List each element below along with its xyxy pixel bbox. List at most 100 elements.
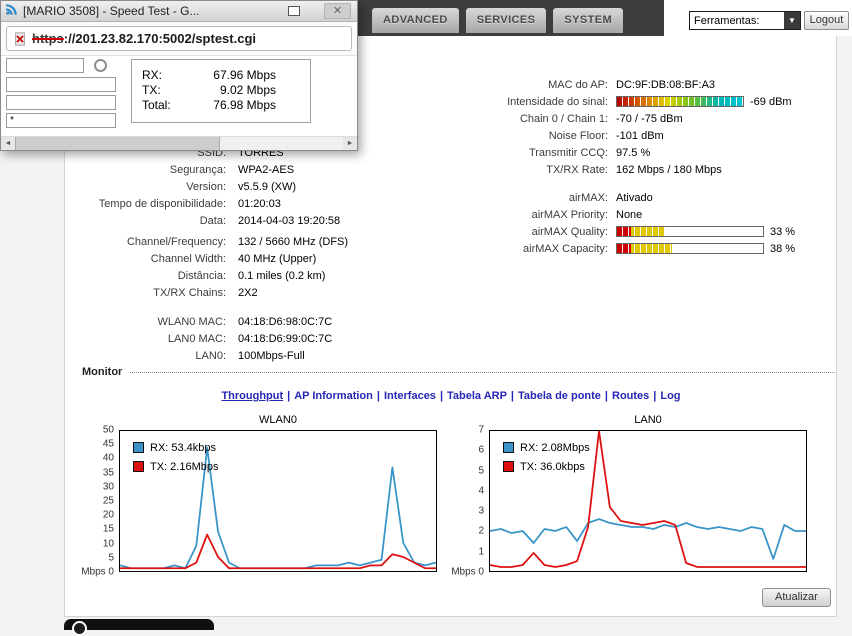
horizontal-scrollbar[interactable]: ◄ ► [1, 136, 357, 150]
chart-legend-lan0: RX: 2.08Mbps TX: 36.0kbps [503, 440, 590, 478]
status-value: None [616, 208, 643, 221]
monitor-link-tabela-arp[interactable]: Tabela ARP [447, 390, 507, 402]
link-separator: | [287, 390, 291, 402]
monitor-link-interfaces[interactable]: Interfaces [384, 390, 436, 402]
status-label: MAC do AP: [548, 78, 608, 91]
status-row-intensidade-do-sinal: Intensidade do sinal: -69 dBm [420, 93, 830, 110]
status-label: Transmitir CCQ: [528, 146, 608, 159]
popup-input-1[interactable] [6, 58, 84, 73]
close-button[interactable]: ✕ [324, 3, 351, 19]
url-field[interactable]: https://201.23.82.170:5002/sptest.cgi [6, 26, 352, 51]
y-tick: 45 [102, 438, 114, 450]
minimize-button[interactable] [288, 6, 300, 16]
spinner-icon [94, 59, 107, 72]
tools-dropdown-label: Ferramentas: [694, 14, 760, 27]
refresh-button[interactable]: Atualizar [762, 588, 831, 607]
status-label: Noise Floor: [548, 129, 608, 142]
monitor-link-log[interactable]: Log [660, 390, 680, 402]
status-value: 2X2 [238, 286, 258, 299]
tab-advanced[interactable]: ADVANCED [372, 8, 459, 33]
legend-label: TX: 2.16Mbps [150, 460, 219, 473]
status-value: 38 % [616, 243, 795, 255]
status-row-airmax-quality: airMAX Quality: 33 % [420, 223, 830, 240]
tab-system[interactable]: SYSTEM [553, 8, 624, 33]
status-row-airmax: airMAX: Ativado [420, 189, 830, 206]
legend-swatch [503, 461, 514, 472]
logout-button[interactable]: Logout [804, 11, 849, 30]
status-row-noise-floor: Noise Floor: -101 dBm [420, 127, 830, 144]
status-value: 100Mbps-Full [238, 349, 305, 362]
status-value: -101 dBm [616, 129, 664, 142]
chart-title-wlan0: WLAN0 [259, 414, 297, 426]
monitor-link-routes[interactable]: Routes [612, 390, 649, 402]
status-row-lan0-mac: LAN0 MAC: 04:18:D6:99:0C:7C [76, 330, 416, 347]
status-label: Tempo de disponibilidade: [98, 197, 226, 210]
status-value: v5.5.9 (XW) [238, 180, 297, 193]
monitor-link-tabela-de-ponte[interactable]: Tabela de ponte [518, 390, 601, 402]
nav-tabs: ADVANCED SERVICES SYSTEM [372, 8, 624, 33]
status-row-channel-width: Channel Width: 40 MHz (Upper) [76, 250, 416, 267]
y-axis-zero-label: Mbps 0 [451, 566, 484, 578]
link-separator: | [653, 390, 657, 402]
status-row-transmitir-ccq: Transmitir CCQ: 97.5 % [420, 144, 830, 161]
result-label: TX: [142, 82, 161, 97]
result-label: Total: [142, 97, 171, 112]
certificate-error-icon[interactable] [13, 31, 27, 46]
scroll-left-icon[interactable]: ◄ [1, 137, 15, 150]
status-row-tempo-de-disponibilidade: Tempo de disponibilidade: 01:20:03 [76, 195, 416, 212]
y-tick: 2 [478, 525, 484, 537]
monitor-link-throughput[interactable]: Throughput [221, 390, 283, 402]
status-row-channel-frequency: Channel/Frequency: 132 / 5660 MHz (DFS) [76, 233, 416, 250]
y-tick: 15 [102, 523, 114, 535]
tools-dropdown[interactable]: Ferramentas: ▼ [689, 11, 801, 30]
result-row-rx: RX: 67.96 Mbps [132, 67, 310, 82]
monitor-section-header: Monitor [82, 366, 835, 378]
password-input[interactable] [6, 113, 116, 128]
link-separator: | [604, 390, 608, 402]
scrollbar-track[interactable] [220, 137, 343, 150]
status-label: TX/RX Chains: [153, 286, 226, 299]
monitor-link-ap-information[interactable]: AP Information [294, 390, 373, 402]
popup-title-bar[interactable]: [MARIO 3508] - Speed Test - G... ✕ [1, 1, 357, 22]
legend-label: RX: 2.08Mbps [520, 441, 590, 454]
status-row-version: Version: v5.5.9 (XW) [76, 178, 416, 195]
status-left-column: SSID: TORRES Segurança: WPA2-AES Version: v5.… [76, 144, 416, 364]
popup-input-3[interactable] [6, 95, 116, 110]
chart-legend-wlan0: RX: 53.4kbps TX: 2.16Mbps [133, 440, 218, 478]
status-value: 04:18:D6:99:0C:7C [238, 332, 333, 345]
status-row-airmax-priority: airMAX Priority: None [420, 206, 830, 223]
link-separator: | [439, 390, 444, 402]
legend-label: TX: 36.0kbps [520, 460, 585, 473]
y-tick: 35 [102, 467, 114, 479]
chart-lan0: LAN0 7 6 5 4 3 2 1 Mbps 0 RX: 2.08Mbps TX: 36.0k… [451, 414, 807, 578]
status-row-lan0: LAN0: 100Mbps-Full [76, 347, 416, 364]
scrollbar-thumb[interactable] [15, 137, 220, 150]
status-label: airMAX Capacity: [523, 242, 608, 255]
status-label: LAN0 MAC: [167, 332, 226, 345]
status-label: airMAX Quality: [531, 225, 608, 238]
speedtest-results: RX: 67.96 Mbps TX: 9.02 Mbps Total: 76.98 Mbp… [131, 59, 311, 123]
status-row-dist-ncia: Distância: 0.1 miles (0.2 km) [76, 267, 416, 284]
legend-label: RX: 53.4kbps [150, 441, 217, 454]
partial-taskbar-widget [64, 619, 214, 636]
legend-swatch [133, 442, 144, 453]
y-tick: 25 [102, 495, 114, 507]
chart-wlan0: WLAN0 50 45 40 35 30 25 20 15 10 5 Mbps 0 RX: 53.4… [81, 414, 437, 578]
y-tick: 1 [478, 546, 484, 558]
result-value: 67.96 Mbps [213, 67, 276, 82]
status-row-mac-do-ap: MAC do AP: DC:9F:DB:08:BF:A3 [420, 76, 830, 93]
status-value: 04:18:D6:98:0C:7C [238, 315, 333, 328]
y-tick: 30 [102, 481, 114, 493]
tab-services[interactable]: SERVICES [465, 8, 547, 33]
popup-content: RX: 67.96 Mbps TX: 9.02 Mbps Total: 76.98 Mbp… [1, 56, 357, 137]
scroll-right-icon[interactable]: ► [343, 137, 357, 150]
result-label: RX: [142, 67, 163, 82]
y-tick: 20 [102, 509, 114, 521]
airmax-capacity-bar [616, 243, 764, 254]
popup-input-2[interactable] [6, 77, 116, 92]
status-label: Channel/Frequency: [126, 235, 226, 248]
y-tick: 50 [102, 424, 114, 436]
status-value: 40 MHz (Upper) [238, 252, 317, 265]
y-tick: 5 [478, 465, 484, 477]
status-label: Intensidade do sinal: [507, 95, 608, 108]
